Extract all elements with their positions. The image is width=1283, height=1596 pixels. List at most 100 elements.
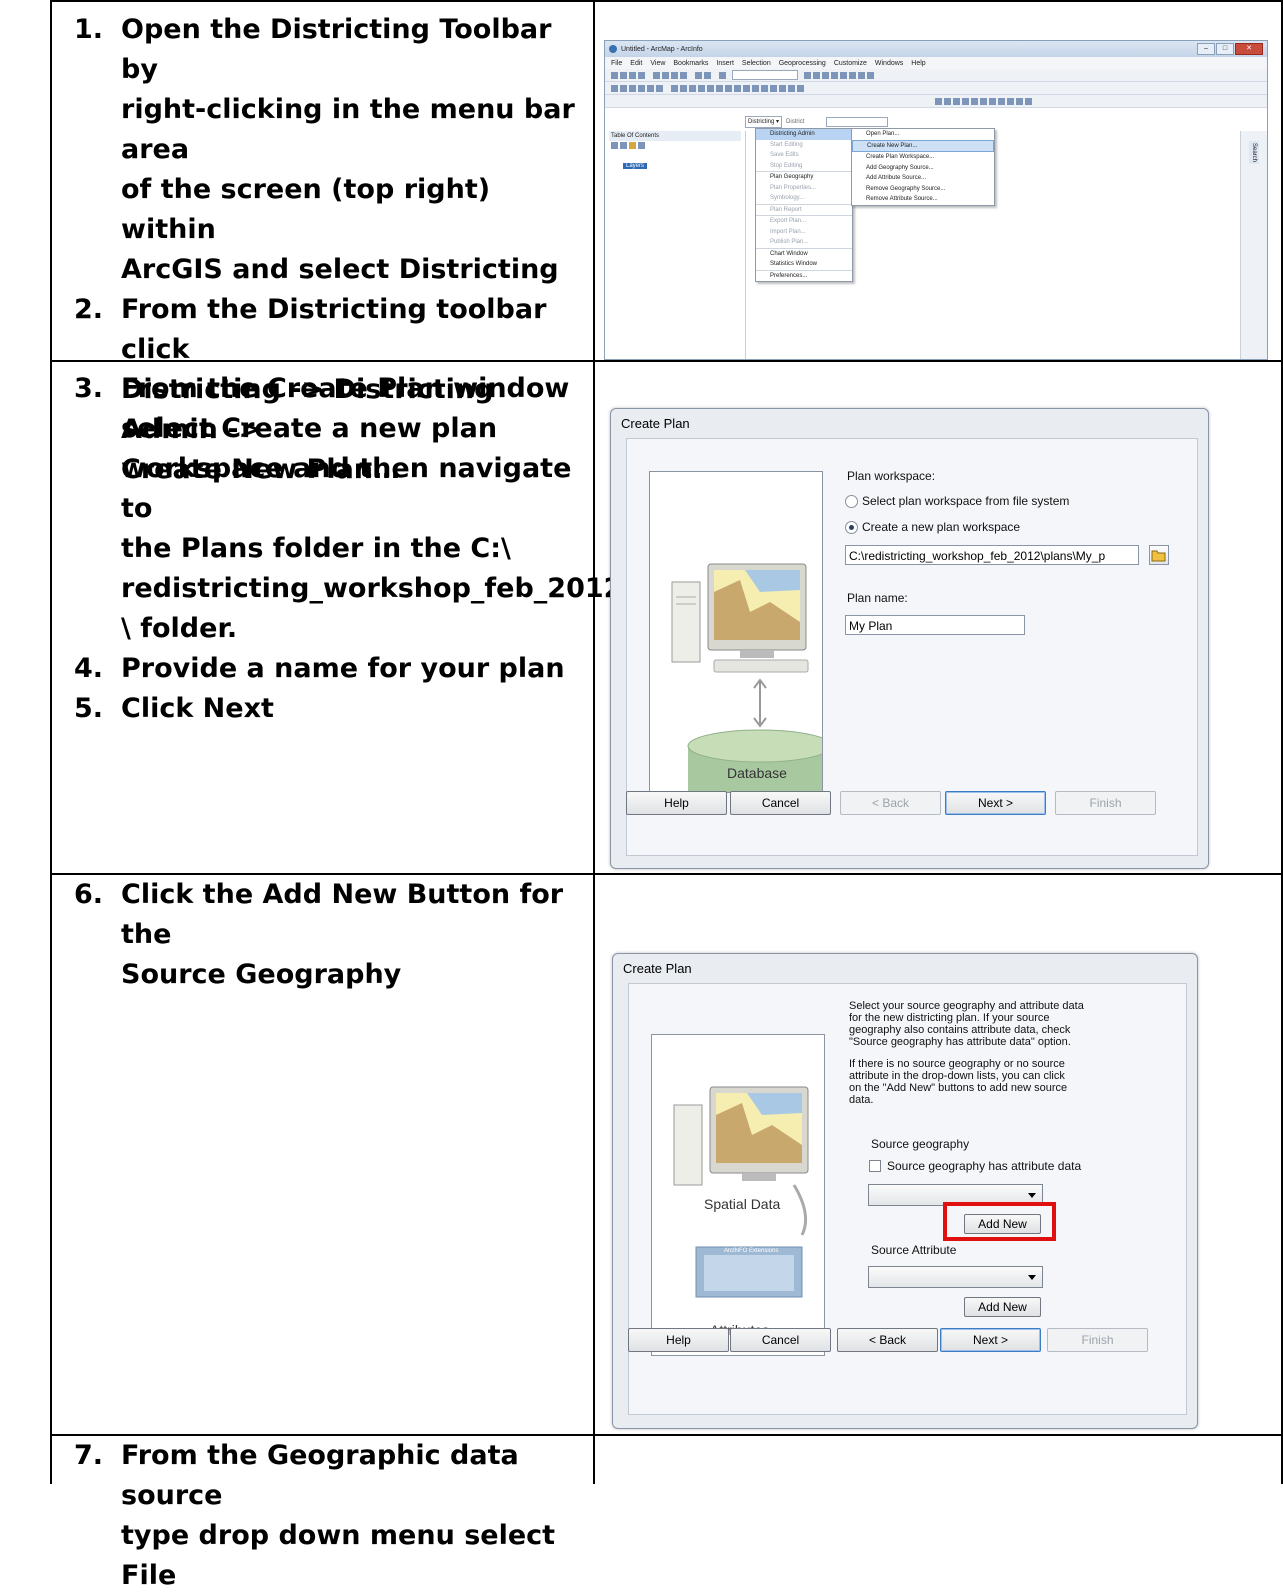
menu-import-plan[interactable]: Import Plan... [756,227,852,238]
help-button[interactable]: Help [628,1328,729,1352]
search-panel: Search [1240,131,1267,359]
standard-toolbar [605,69,1267,82]
menu-remove-attribute-source[interactable]: Remove Attribute Source... [852,194,994,205]
folder-icon [1151,550,1166,562]
menu-edit[interactable]: Edit [630,60,642,67]
spatial-attributes-icon [673,1086,809,1298]
radio-create-workspace-label: Create a new plan workspace [862,520,1021,534]
plan-name-label: Plan name: [847,591,908,605]
menu-chart-window[interactable]: Chart Window [756,247,852,260]
districting-menu: Districting Admin Start Editing Save Edi… [755,128,853,282]
table-border-top [50,0,1283,2]
menu-open-plan[interactable]: Open Plan... [852,129,994,140]
tools-toolbar [605,82,1267,95]
spatial-data-label: Spatial Data [704,1196,781,1212]
source-attribute-select[interactable] [868,1266,1043,1288]
intro-paragraph-2: If there is no source geography or no so… [849,1058,1068,1106]
menu-view[interactable]: View [650,60,665,67]
computer-database-icon [671,563,833,792]
menu-create-new-plan[interactable]: Create New Plan... [852,139,994,152]
toc-header: Table Of Contents [609,131,741,141]
dialog-title: Create Plan [623,961,692,976]
menu-insert[interactable]: Insert [716,60,734,67]
menu-export-plan[interactable]: Export Plan... [756,215,852,227]
steps-row-2: 3. From the Create Plan window select Cre… [74,369,622,729]
step-4: 4. Provide a name for your plan [74,653,565,684]
plan-illustration: Spatial Data ArcINFO Extensions Attribut… [651,1034,825,1356]
finish-button[interactable]: Finish [1047,1328,1148,1352]
districting-toolbar-row [605,95,1267,108]
menu-start-editing[interactable]: Start Editing [756,140,852,151]
finish-button[interactable]: Finish [1055,791,1156,815]
menu-districting-admin[interactable]: Districting Admin [756,129,852,140]
source-geography-attribute-checkbox[interactable] [869,1160,881,1172]
close-button[interactable]: ✕ [1235,43,1263,55]
database-label: Database [727,765,787,781]
dialog-body: Database Plan workspace: Select plan wor… [626,438,1198,856]
menu-plan-report[interactable]: Plan Report [756,203,852,216]
menu-customize[interactable]: Customize [834,60,867,67]
menu-save-edits[interactable]: Save Edits [756,150,852,161]
table-border-middle [593,0,595,1484]
menu-geoprocessing[interactable]: Geoprocessing [779,60,826,67]
source-geography-label: Source geography [871,1137,970,1151]
cancel-button[interactable]: Cancel [730,791,831,815]
arcmap-screenshot: Untitled - ArcMap - ArcInfo – □ ✕ File E… [604,40,1268,360]
minimize-button[interactable]: – [1197,43,1215,55]
radio-select-workspace[interactable] [845,495,858,508]
district-label: District [786,119,805,125]
next-button[interactable]: Next > [940,1328,1041,1352]
window-controls: – □ ✕ [1197,43,1263,55]
district-select[interactable] [826,117,889,127]
menu-create-plan-workspace[interactable]: Create Plan Workspace... [852,152,994,163]
plan-name-input[interactable]: My Plan [845,615,1025,635]
dialog-body: Spatial Data ArcINFO Extensions Attribut… [628,983,1187,1415]
menu-plan-properties[interactable]: Plan Properties... [756,183,852,194]
menu-statistics-window[interactable]: Statistics Window [756,259,852,270]
back-button[interactable]: < Back [837,1328,938,1352]
source-geography-attribute-label: Source geography has attribute data [887,1159,1082,1173]
menu-plan-geography[interactable]: Plan Geography [756,171,852,183]
arcmap-title: Untitled - ArcMap - ArcInfo [621,45,703,53]
menu-add-attribute-source[interactable]: Add Attribute Source... [852,173,994,184]
step-1: 1. Open the Districting Toolbar by right-… [74,14,575,285]
menu-file[interactable]: File [611,60,622,67]
menu-help[interactable]: Help [911,60,925,67]
plan-workspace-label: Plan workspace: [847,469,936,483]
plan-illustration: Database [649,471,833,793]
steps-row-4: 7. From the Geographic data source type d… [74,1436,579,1596]
cancel-button[interactable]: Cancel [730,1328,831,1352]
add-new-attribute-button[interactable]: Add New [964,1297,1041,1317]
back-button[interactable]: < Back [840,791,941,815]
maximize-button[interactable]: □ [1216,43,1234,55]
menu-bookmarks[interactable]: Bookmarks [673,60,708,67]
steps-row-3: 6. Click the Add New Button for the Sourc… [74,875,579,995]
table-border-left [50,0,52,1484]
radio-create-workspace[interactable] [845,521,858,534]
workspace-path-input[interactable]: C:\redistricting_workshop_feb_2012\plans… [845,545,1139,565]
create-plan-dialog-1: Create Plan Database Plan workspace: Sel… [610,408,1209,869]
create-plan-dialog-2: Create Plan Spatial Data ArcINFO Extensi… [612,953,1198,1429]
search-tab[interactable]: Search [1249,141,1259,165]
menu-windows[interactable]: Windows [875,60,903,67]
source-attribute-label: Source Attribute [871,1243,957,1257]
step-5: 5. Click Next [74,693,274,724]
intro-paragraph-1: Select your source geography and attribu… [849,1000,1084,1048]
help-button[interactable]: Help [626,791,727,815]
menu-add-geography-source[interactable]: Add Geography Source... [852,163,994,174]
layers-node[interactable]: Layers [623,163,648,169]
menu-preferences[interactable]: Preferences... [756,269,852,282]
next-button[interactable]: Next > [945,791,1046,815]
districting-admin-submenu: Open Plan... Create New Plan... Create P… [851,128,995,206]
menu-selection[interactable]: Selection [742,60,771,67]
districting-dropdown-button[interactable]: Districting ▾ [745,116,783,128]
districting-toolbar: Districting ▾ District [745,116,889,128]
globe-icon [609,45,617,53]
step-6: 6. Click the Add New Button for the Sourc… [74,879,564,990]
menu-stop-editing[interactable]: Stop Editing [756,161,852,172]
menu-publish-plan[interactable]: Publish Plan... [756,237,852,248]
arcmap-menubar: File Edit View Bookmarks Insert Selectio… [605,57,1267,69]
menu-remove-geography-source[interactable]: Remove Geography Source... [852,184,994,195]
browse-folder-button[interactable] [1149,545,1169,565]
menu-symbology[interactable]: Symbology... [756,193,852,204]
